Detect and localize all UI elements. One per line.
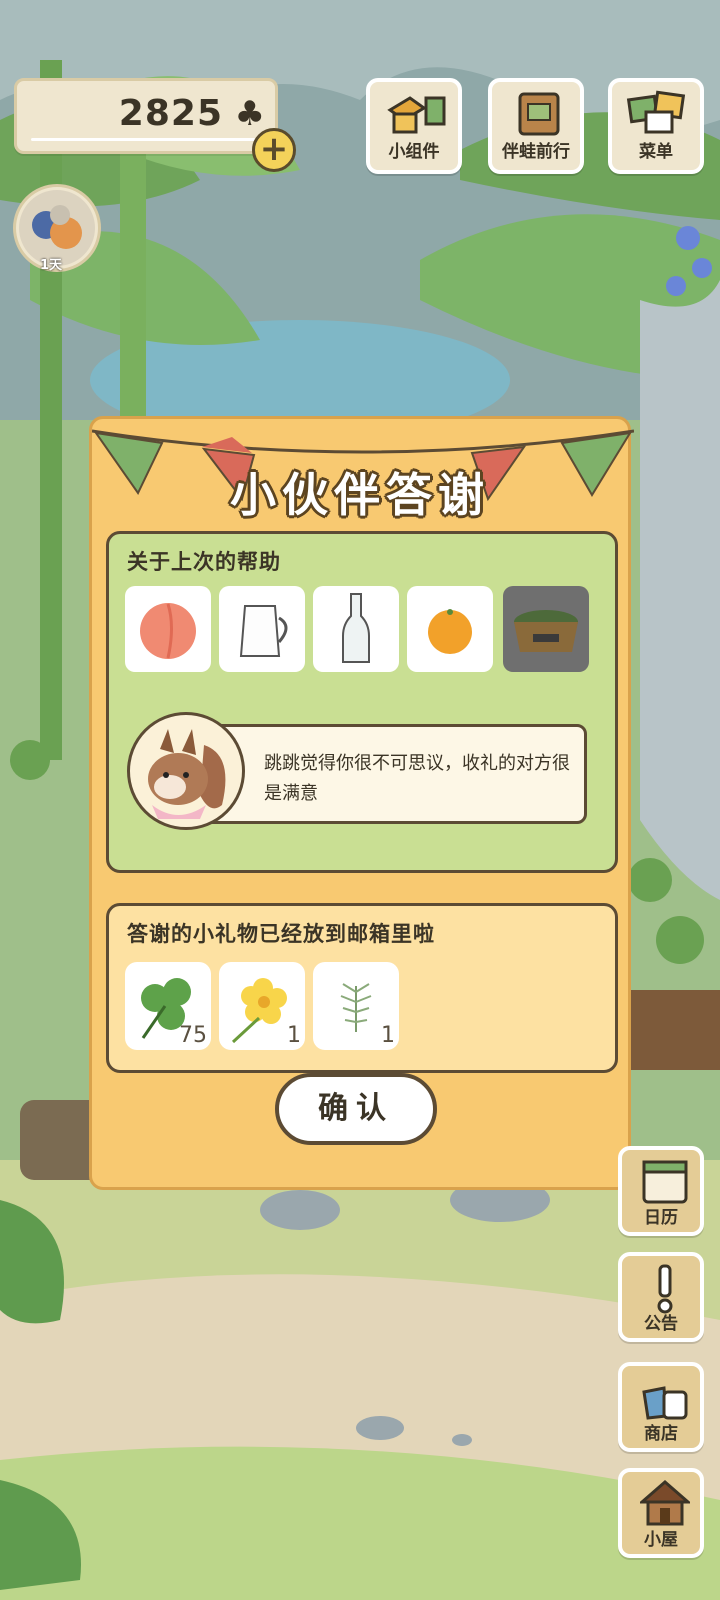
counter-underline [31,138,255,141]
widgets-label: 小组件 [388,142,440,162]
gift-section: 答谢的小礼物已经放到邮箱里啦 75 1 1 [106,903,618,1073]
house-icon [640,1480,690,1526]
gift-count-clover: 75 [179,1023,207,1048]
help-item-milk [219,586,305,672]
gift-section-title: 答谢的小礼物已经放到邮箱里啦 [127,922,435,946]
house-label: 小屋 [644,1530,678,1550]
journey-label: 伴蛙前行 [502,142,570,162]
speech-text: 跳跳觉得你很不可思议，收礼的对方很是满意 [264,753,570,804]
help-item-bottle [313,586,399,672]
house-button[interactable]: 小屋 [618,1468,704,1558]
calendar-icon [642,1160,688,1204]
widgets-icon [387,96,446,134]
menu-label: 菜单 [639,142,673,162]
shop-bags-icon [642,1386,688,1420]
clover-counter: 2825 ♣ [14,78,278,154]
clover-count: 2825 [118,93,223,134]
menu-icon [626,90,686,134]
day-counter: 1天 [40,258,63,273]
add-clover-button[interactable]: + [252,128,296,172]
gift-item-herb: 1 [313,962,399,1050]
notice-button[interactable]: 公告 [618,1252,704,1342]
peach-icon [140,603,196,659]
dialog-title: 小伙伴答谢 [230,468,490,522]
calendar-label: 日历 [644,1208,678,1228]
journey-icon [518,92,560,136]
shop-label: 商店 [644,1424,678,1444]
confirm-button[interactable]: 确认 [275,1073,437,1145]
notice-label: 公告 [644,1314,678,1334]
widgets-button[interactable]: 小组件 [366,78,462,174]
noodle-bowl-icon [514,610,578,652]
speech-bubble: 跳跳觉得你很不可思议，收礼的对方很是满意 [203,724,587,824]
squirrel-portrait [127,712,245,830]
help-section-title: 关于上次的帮助 [127,550,281,574]
gift-item-flower: 1 [219,962,305,1050]
help-item-peach [125,586,211,672]
help-item-orange [407,586,493,672]
help-item-noodles [503,586,589,672]
glass-bottle-icon [342,593,370,663]
help-section: 关于上次的帮助 跳跳觉得你很不可思议，收礼的对方很是满意 [106,531,618,873]
orange-icon [428,609,472,654]
gift-count-herb: 1 [381,1023,395,1048]
calendar-button[interactable]: 日历 [618,1146,704,1236]
squirrel-icon [148,729,226,819]
clover-icon: ♣ [234,94,265,134]
exclamation-icon [657,1264,673,1314]
gift-count-flower: 1 [287,1023,301,1048]
gift-item-clover: 75 [125,962,211,1050]
shop-button[interactable]: 商店 [618,1362,704,1452]
thanks-dialog: 小伙伴答谢 关于上次的帮助 跳跳觉得你很不可思议，收礼的对方很是满意 答谢的小礼… [89,416,634,1190]
journey-button[interactable]: 伴蛙前行 [488,78,584,174]
milk-pitcher-icon [239,605,288,657]
menu-button[interactable]: 菜单 [608,78,704,174]
